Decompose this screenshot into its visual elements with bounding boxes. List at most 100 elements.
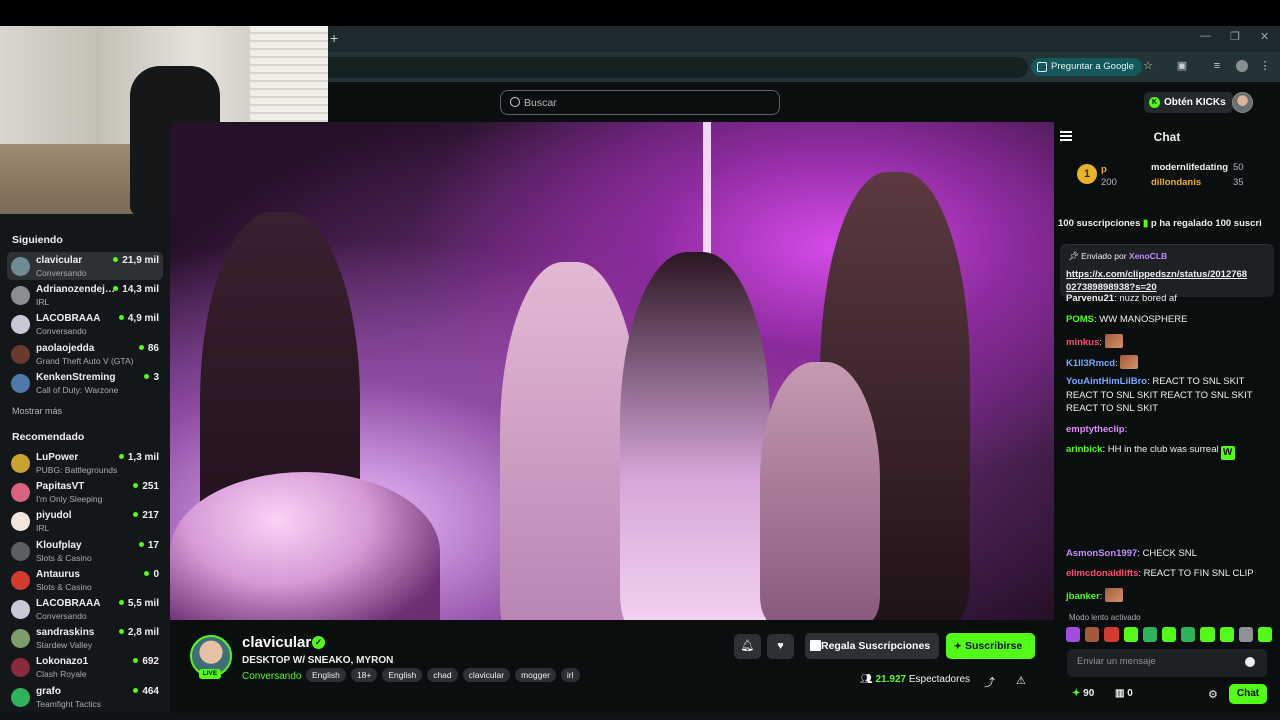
- channel-avatar: [11, 600, 30, 619]
- sidebar-channel[interactable]: sandraskins Stardew Valley 2,8 mil: [7, 624, 163, 652]
- profile-avatar[interactable]: [1236, 60, 1248, 72]
- live-dot-icon: [133, 687, 139, 693]
- quick-emote[interactable]: [1066, 627, 1081, 642]
- menu-dots-icon[interactable]: ⋮: [1259, 60, 1271, 72]
- notification-bell-button[interactable]: 🔔︎: [734, 634, 761, 659]
- stream-tag[interactable]: 18+: [350, 668, 378, 682]
- close-icon[interactable]: ✕: [1260, 30, 1269, 43]
- quick-emote[interactable]: [1104, 627, 1119, 642]
- ask-google-button[interactable]: Preguntar a Google: [1031, 58, 1142, 76]
- user-avatar[interactable]: [1232, 92, 1253, 113]
- new-tab-button[interactable]: +: [330, 30, 338, 46]
- stream-tag[interactable]: English: [382, 668, 423, 682]
- light-stick: [703, 122, 711, 262]
- points-b[interactable]: ▥ 0: [1115, 688, 1133, 699]
- search-input[interactable]: Buscar: [500, 90, 780, 115]
- channel-viewer-count: 5,5 mil: [127, 598, 159, 609]
- chat-username[interactable]: elimcdonaldlifts: [1066, 568, 1138, 579]
- gift-subs-button[interactable]: Regala Suscripciones: [805, 633, 939, 659]
- leaderboard-top-user[interactable]: p: [1101, 164, 1107, 175]
- chat-username[interactable]: POMS: [1066, 314, 1094, 325]
- leaderboard-third-user[interactable]: dillondanis: [1151, 177, 1201, 188]
- stream-tag[interactable]: chad: [427, 668, 458, 682]
- stream-tag[interactable]: English: [306, 668, 346, 682]
- quick-emote[interactable]: [1238, 627, 1253, 642]
- quick-emote[interactable]: [1085, 627, 1100, 642]
- chat-input-box[interactable]: [1067, 649, 1267, 677]
- chat-emote: [1120, 355, 1139, 369]
- chat-username[interactable]: K1ll3Rmcd: [1066, 358, 1115, 369]
- quick-emote[interactable]: [1161, 627, 1177, 642]
- sidebar-channel[interactable]: Antaurus Slots & Casino 0: [7, 566, 163, 594]
- send-chat-button[interactable]: Chat: [1229, 684, 1267, 704]
- video-player[interactable]: [170, 122, 1054, 620]
- channel-name: sandraskins: [36, 627, 95, 639]
- pinned-by-user[interactable]: XenoCLB: [1129, 251, 1167, 261]
- pinned-link[interactable]: https://x.com/clippedszn/status/20127680…: [1066, 268, 1251, 294]
- sidebar-channel[interactable]: paolaojedda Grand Theft Auto V (GTA) 86: [7, 340, 163, 368]
- chat-message: minkus:: [1066, 334, 1272, 350]
- sidebar-channel[interactable]: Adrianozendejas IRL 14,3 mil: [7, 281, 163, 309]
- quick-emote[interactable]: [1257, 627, 1273, 642]
- stream-tag[interactable]: mogger: [515, 668, 556, 682]
- channel-viewers: 0: [144, 569, 159, 580]
- stream-tag[interactable]: irl: [560, 668, 580, 682]
- stream-tag[interactable]: clavicular: [462, 668, 511, 682]
- stream-category[interactable]: Conversando: [242, 671, 301, 682]
- quick-emote[interactable]: [1142, 627, 1157, 642]
- points-a[interactable]: ✦ 90: [1072, 688, 1094, 699]
- report-icon[interactable]: ⚠: [1016, 674, 1026, 687]
- chat-message-input[interactable]: [1077, 656, 1237, 667]
- channel-viewers: 5,5 mil: [118, 598, 159, 609]
- foreground-head: [170, 472, 440, 620]
- chat-message: POMS: WW MANOSPHERE: [1066, 313, 1272, 327]
- lens-icon: [1037, 62, 1047, 72]
- leaderboard-second-user[interactable]: modernlifedating: [1151, 162, 1228, 173]
- chat-username[interactable]: Parvenu21: [1066, 293, 1114, 304]
- chat-username[interactable]: YouAintHimLilBro: [1066, 376, 1147, 387]
- show-more-link[interactable]: Mostrar más: [12, 406, 62, 416]
- media-icon[interactable]: ≡: [1211, 60, 1223, 72]
- chat-emote: [1104, 334, 1123, 348]
- sidebar-channel[interactable]: Kloufplay Slots & Casino 17: [7, 537, 163, 565]
- sidebar-channel[interactable]: LACOBRAAA Conversando 5,5 mil: [7, 595, 163, 623]
- chat-username[interactable]: AsmonSon1997: [1066, 548, 1137, 559]
- omnibox[interactable]: [328, 57, 1028, 78]
- channel-viewer-count: 3: [153, 371, 159, 383]
- subscribe-button[interactable]: ✦ Suscribirse: [946, 633, 1035, 659]
- channel-viewers: 2,8 mil: [118, 627, 159, 638]
- emoji-icon[interactable]: [1245, 657, 1255, 667]
- star-icon[interactable]: ☆: [1142, 60, 1154, 72]
- live-dot-icon: [138, 541, 144, 547]
- channel-avatar: [11, 286, 30, 306]
- sidebar-channel[interactable]: piyudol IRL 217: [7, 507, 163, 535]
- channel-avatar: [11, 541, 30, 561]
- chat-username[interactable]: emptytheclip: [1066, 424, 1125, 435]
- sidebar-channel[interactable]: PapitasVT I'm Only Sleeping 251: [7, 478, 163, 506]
- sidebar-channel[interactable]: clavicular Conversando 21,9 mil: [7, 252, 163, 280]
- restore-icon[interactable]: ❐: [1230, 30, 1240, 43]
- channel-category: PUBG: Battlegrounds: [36, 465, 118, 475]
- chat-username[interactable]: arinbick: [1066, 444, 1102, 455]
- quick-emote[interactable]: [1200, 627, 1215, 642]
- share-icon[interactable]: ⤴: [984, 674, 995, 690]
- chat-username[interactable]: minkus: [1066, 337, 1099, 348]
- sidebar-channel[interactable]: KenkenStreming Call of Duty: Warzone 3: [7, 369, 163, 397]
- follow-heart-button[interactable]: ♥: [767, 634, 794, 659]
- user-icon: 👥︎: [860, 674, 876, 685]
- minimize-icon[interactable]: —: [1200, 30, 1211, 42]
- sidebar-channel[interactable]: Lokonazo1 Clash Royale 692: [7, 653, 163, 681]
- live-dot-icon: [133, 483, 139, 489]
- quick-emote[interactable]: [1123, 627, 1138, 642]
- channel-name: piyudol: [36, 510, 72, 522]
- gear-icon[interactable]: ⚙: [1208, 688, 1218, 701]
- chat-username[interactable]: jbanker: [1066, 591, 1100, 602]
- sidebar-channel[interactable]: LuPower PUBG: Battlegrounds 1,3 mil: [7, 449, 163, 477]
- quick-emote[interactable]: [1219, 627, 1234, 642]
- quick-emote[interactable]: [1181, 627, 1196, 642]
- sidepanel-icon[interactable]: ▣: [1176, 60, 1188, 72]
- streamer-name[interactable]: clavicular: [242, 634, 311, 651]
- sidebar-channel[interactable]: grafo Teamfight Tactics 464: [7, 683, 163, 711]
- get-kicks-button[interactable]: K Obtén KICKs: [1144, 92, 1233, 113]
- sidebar-channel[interactable]: LACOBRAAA Conversando 4,9 mil: [7, 310, 163, 338]
